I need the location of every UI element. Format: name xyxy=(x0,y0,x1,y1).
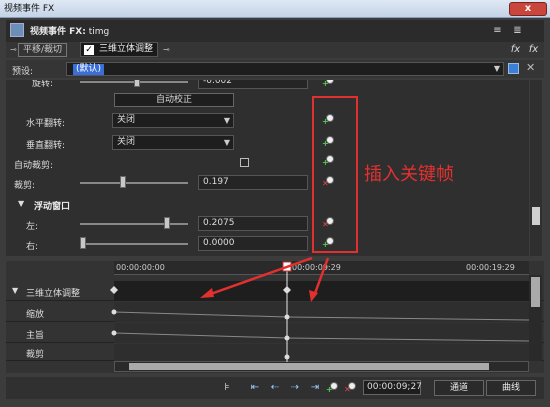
track-scale[interactable]: 缩放 xyxy=(6,302,544,322)
param-right: 右: 0.0000 + xyxy=(6,233,529,255)
annotation-box xyxy=(312,96,358,253)
left-label: 左: xyxy=(26,222,39,232)
left-slider[interactable] xyxy=(80,223,188,225)
next-keyframe-icon[interactable]: ⇢ xyxy=(288,381,302,395)
right-slider[interactable] xyxy=(80,243,188,245)
timeline-ruler[interactable]: 00:00:00:00 00:00:09:29 00:00:19:29 xyxy=(114,261,529,275)
tab-enable-checkbox[interactable]: ✓ xyxy=(84,45,94,55)
ruler-time-end: 00:00:19:29 xyxy=(466,263,515,272)
close-button[interactable]: x xyxy=(509,2,547,16)
fx-header-title: 视频事件 FX: timg xyxy=(30,24,109,37)
track-label: 缩放 xyxy=(26,310,45,320)
preset-value: (默认) xyxy=(73,64,105,75)
collapse-triangle-icon: ▼ xyxy=(18,199,25,208)
prev-keyframe-icon[interactable]: ⇠ xyxy=(268,381,282,395)
tab-stereo-3d[interactable]: ✓ 三维立体调整 xyxy=(80,42,159,57)
h-flip-value: 关闭 xyxy=(117,115,136,125)
crop-label: 裁剪: xyxy=(14,181,36,191)
fx-event-icon xyxy=(10,23,24,37)
ruler-time-mid: 00:00:09:29 xyxy=(292,263,341,272)
timeline-vscroll-thumb[interactable] xyxy=(531,277,540,307)
track-lane[interactable] xyxy=(114,323,529,343)
add-keyframe-icon[interactable]: + xyxy=(326,382,338,394)
v-flip-value: 关闭 xyxy=(117,137,136,147)
auto-crop-checkbox[interactable] xyxy=(240,158,249,167)
keyframe-timeline: 00:00:00:00 00:00:09:29 00:00:19:29 ▼ 三维… xyxy=(6,261,544,373)
tab-stereo-3d-label: 三维立体调整 xyxy=(99,44,154,54)
crop-slider-knob[interactable] xyxy=(119,176,126,188)
param-rotation: 旋转: -0.002 + xyxy=(6,80,529,94)
track-label: 三维立体调整 xyxy=(26,289,81,299)
v-flip-label: 垂直翻转: xyxy=(26,141,66,151)
timeline-hscroll[interactable] xyxy=(114,361,529,372)
auto-crop-label: 自动裁剪: xyxy=(14,161,54,171)
crop-slider[interactable] xyxy=(80,182,188,184)
save-preset-icon[interactable] xyxy=(508,63,519,74)
rotation-value[interactable]: -0.002 xyxy=(198,80,308,89)
collapse-triangle-icon: ▼ xyxy=(12,286,19,295)
preset-dropdown[interactable]: (默认) ▼ xyxy=(66,62,504,76)
curve-button[interactable]: 曲线 xyxy=(486,380,536,396)
channel-button[interactable]: 通道 xyxy=(434,380,484,396)
detail-view-icon[interactable]: ≣ xyxy=(510,23,525,38)
h-flip-dropdown[interactable]: 关闭 ▼ xyxy=(112,113,234,128)
bottom-toolbar: ⊧ ⇤ ⇠ ⇢ ⇥ + ✕ 00:00:09;27 通道 曲线 xyxy=(6,377,544,399)
crop-value[interactable]: 0.197 xyxy=(198,175,308,190)
param-h-flip: 水平翻转: 关闭 ▼ + xyxy=(6,110,529,132)
params-scrollbar[interactable] xyxy=(530,80,542,256)
auto-correct-button[interactable]: 自动校正 xyxy=(114,93,234,107)
window-titlebar: 视频事件 FX x xyxy=(0,0,550,18)
chain-connector-icon: ⊸ xyxy=(10,45,17,54)
v-flip-dropdown[interactable]: 关闭 ▼ xyxy=(112,135,234,150)
track-lane[interactable] xyxy=(114,302,529,322)
header-title-bold: 视频事件 FX: xyxy=(30,27,86,37)
left-slider-knob[interactable] xyxy=(163,217,170,229)
params-scrollbar-thumb[interactable] xyxy=(532,207,540,225)
track-label: 裁剪 xyxy=(26,350,45,360)
fx-header: 视频事件 FX: timg ≡ ≣ xyxy=(6,20,544,42)
chevron-down-icon: ▼ xyxy=(223,138,230,147)
last-keyframe-icon[interactable]: ⇥ xyxy=(308,381,322,395)
window-title: 视频事件 FX xyxy=(4,4,55,14)
tab-pan-crop[interactable]: 平移/裁切 xyxy=(18,43,68,57)
fx-remove-icon[interactable]: fx xyxy=(526,42,541,57)
left-value[interactable]: 0.2075 xyxy=(198,216,308,231)
h-flip-label: 水平翻转: xyxy=(26,119,66,129)
ruler-time-start: 00:00:00:00 xyxy=(116,263,165,272)
preset-row: 预设: (默认) ▼ ✕ xyxy=(6,60,544,78)
track-lane[interactable] xyxy=(114,344,529,361)
first-keyframe-icon[interactable]: ⇤ xyxy=(248,381,262,395)
rotation-label: 旋转: xyxy=(32,80,54,89)
floating-window-title: 浮动窗口 xyxy=(34,202,71,212)
list-view-icon[interactable]: ≡ xyxy=(490,23,505,38)
fx-add-icon[interactable]: fx xyxy=(508,42,523,57)
add-keyframe-icon[interactable]: + xyxy=(322,80,334,88)
chevron-down-icon: ▼ xyxy=(493,64,500,73)
header-title-rest: timg xyxy=(85,27,110,37)
keyframe-marker-icon[interactable]: ⊧ xyxy=(220,381,234,395)
delete-keyframe-icon[interactable]: ✕ xyxy=(344,382,356,394)
chevron-down-icon: ▼ xyxy=(223,116,230,125)
track-crop[interactable]: 裁剪 xyxy=(6,344,544,361)
rotation-slider-knob[interactable] xyxy=(134,80,140,87)
param-left: 左: 0.2075 ✕ xyxy=(6,213,529,235)
group-floating-window[interactable]: ▼ 浮动窗口 xyxy=(6,195,529,213)
delete-preset-icon[interactable]: ✕ xyxy=(526,61,535,74)
track-stereo-3d[interactable]: ▼ 三维立体调整 xyxy=(6,281,544,301)
preset-label: 预设: xyxy=(12,67,34,77)
chain-end-icon: ⊸ xyxy=(163,45,170,54)
track-main[interactable]: 主旨 xyxy=(6,323,544,343)
track-label: 主旨 xyxy=(26,331,45,341)
right-value[interactable]: 0.0000 xyxy=(198,236,308,251)
timeline-hscroll-thumb[interactable] xyxy=(129,363,489,370)
current-time-field[interactable]: 00:00:09;27 xyxy=(363,380,422,395)
track-lane[interactable] xyxy=(114,281,529,301)
fx-chain-bar: ⊸ 平移/裁切 ✓ 三维立体调整 ⊸ fx fx xyxy=(6,42,544,58)
right-label: 右: xyxy=(26,242,39,252)
annotation-text: 插入关键帧 xyxy=(364,164,454,185)
param-v-flip: 垂直翻转: 关闭 ▼ + xyxy=(6,132,529,154)
right-slider-knob[interactable] xyxy=(80,237,86,249)
timeline-vscroll[interactable] xyxy=(529,275,542,361)
